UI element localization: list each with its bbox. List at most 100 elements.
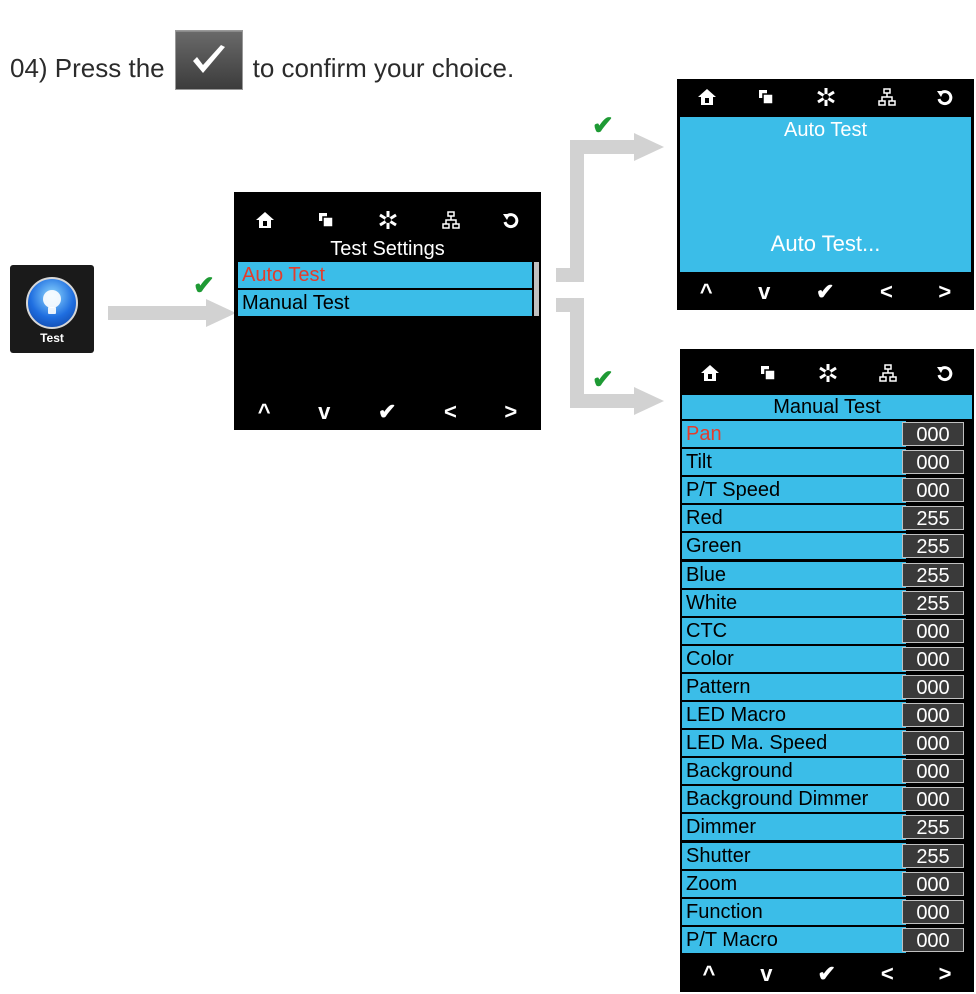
home-icon[interactable] bbox=[700, 363, 720, 388]
back-icon[interactable] bbox=[936, 88, 954, 111]
list-item-value[interactable]: 000 bbox=[902, 731, 964, 756]
down-icon[interactable]: v bbox=[760, 961, 772, 987]
back-icon[interactable] bbox=[936, 364, 954, 387]
list-item[interactable]: White 255 bbox=[682, 589, 972, 616]
list-item-value[interactable]: 000 bbox=[902, 618, 964, 643]
instruction-text-before: 04) Press the bbox=[10, 52, 165, 83]
list-item-label: Green bbox=[682, 533, 906, 560]
flow-arrow-branch-down-head bbox=[634, 387, 664, 415]
settings-icon[interactable] bbox=[815, 86, 837, 113]
instruction-line: 04) Press the to confirm your choice. bbox=[10, 30, 515, 98]
menu-item-manual-test[interactable]: Manual Test bbox=[238, 290, 532, 316]
list-item[interactable]: P/T Speed 000 bbox=[682, 477, 972, 504]
list-item[interactable]: Zoom 000 bbox=[682, 870, 972, 897]
auto-test-panel: Auto Test Auto Test... bbox=[680, 117, 971, 272]
test-app-icon[interactable]: Test bbox=[10, 265, 94, 353]
top-nav-bar bbox=[680, 357, 974, 393]
menu-item-auto-test[interactable]: Auto Test bbox=[238, 262, 532, 288]
lightbulb-icon bbox=[26, 277, 78, 329]
up-icon[interactable]: ^ bbox=[258, 399, 271, 425]
top-nav-bar bbox=[234, 202, 541, 242]
list-item[interactable]: Background 000 bbox=[682, 758, 972, 785]
list-item[interactable]: Dimmer 255 bbox=[682, 814, 972, 841]
list-item-label: CTC bbox=[682, 617, 906, 644]
list-item-value[interactable]: 255 bbox=[902, 843, 964, 868]
settings-icon[interactable] bbox=[817, 362, 839, 389]
left-icon[interactable]: < bbox=[880, 279, 893, 305]
list-item-value[interactable]: 255 bbox=[902, 815, 964, 840]
list-item-value[interactable]: 255 bbox=[902, 562, 964, 587]
list-item-value[interactable]: 255 bbox=[902, 534, 964, 559]
check-icon[interactable]: ✔ bbox=[816, 279, 834, 305]
list-item-label: Background bbox=[682, 758, 906, 785]
list-item[interactable]: Tilt 000 bbox=[682, 449, 972, 476]
list-item-value[interactable]: 000 bbox=[902, 871, 964, 896]
list-item[interactable]: LED Macro 000 bbox=[682, 702, 972, 728]
flow-arrow-1-head bbox=[206, 299, 236, 327]
left-icon[interactable]: < bbox=[444, 399, 457, 425]
list-item-label: LED Ma. Speed bbox=[682, 730, 906, 757]
list-item-value[interactable]: 000 bbox=[902, 759, 964, 784]
list-item-value[interactable]: 000 bbox=[902, 703, 964, 727]
left-icon[interactable]: < bbox=[881, 961, 894, 987]
list-item-value[interactable]: 000 bbox=[902, 478, 964, 503]
list-item[interactable]: Background Dimmer 000 bbox=[682, 786, 972, 813]
list-item-label: P/T Speed bbox=[682, 477, 906, 504]
list-item[interactable]: Color 000 bbox=[682, 645, 972, 672]
up-icon[interactable]: ^ bbox=[700, 279, 713, 305]
list-item-label: Shutter bbox=[682, 842, 906, 869]
list-item-value[interactable]: 000 bbox=[902, 927, 964, 952]
list-item[interactable]: Blue 255 bbox=[682, 561, 972, 588]
list-item-value[interactable]: 000 bbox=[902, 450, 964, 475]
app-icon-label: Test bbox=[40, 331, 64, 345]
list-item-value[interactable]: 255 bbox=[902, 506, 964, 531]
flow-check-1: ✔ bbox=[193, 270, 215, 300]
list-item-value[interactable]: 255 bbox=[902, 590, 964, 615]
copy-icon[interactable] bbox=[759, 364, 777, 387]
settings-icon[interactable] bbox=[377, 209, 399, 236]
network-icon[interactable] bbox=[877, 87, 896, 111]
home-icon[interactable] bbox=[255, 210, 275, 235]
flow-check-auto: ✔ bbox=[592, 110, 614, 140]
test-settings-screen: Test Settings Auto Test Manual Test ^ v … bbox=[234, 192, 541, 430]
bottom-nav-bar: ^ v ✔ < > bbox=[677, 274, 974, 310]
back-icon[interactable] bbox=[502, 211, 520, 234]
home-icon[interactable] bbox=[697, 87, 717, 112]
check-icon[interactable]: ✔ bbox=[817, 961, 835, 987]
list-item[interactable]: Pattern 000 bbox=[682, 673, 972, 700]
list-item-label: White bbox=[682, 589, 906, 616]
bottom-nav-bar: ^ v ✔ < > bbox=[680, 956, 974, 992]
network-icon[interactable] bbox=[878, 363, 897, 387]
down-icon[interactable]: v bbox=[318, 399, 330, 425]
list-item[interactable]: Shutter 255 bbox=[682, 842, 972, 869]
list-item-value[interactable]: 000 bbox=[902, 674, 964, 699]
flow-arrow-branch-up-head bbox=[634, 133, 664, 161]
list-item[interactable]: Green 255 bbox=[682, 533, 972, 560]
auto-test-message: Auto Test... bbox=[770, 231, 881, 256]
list-item[interactable]: P/T Macro 000 bbox=[682, 926, 972, 953]
list-item[interactable]: LED Ma. Speed 000 bbox=[682, 730, 972, 757]
list-item-label: Tilt bbox=[682, 449, 906, 476]
network-icon[interactable] bbox=[441, 210, 460, 234]
right-icon[interactable]: > bbox=[504, 399, 517, 425]
down-icon[interactable]: v bbox=[758, 279, 770, 305]
up-icon[interactable]: ^ bbox=[702, 961, 715, 987]
list-item[interactable]: Function 000 bbox=[682, 898, 972, 925]
list-item[interactable]: Pan 000 bbox=[682, 421, 972, 447]
copy-icon[interactable] bbox=[757, 88, 775, 111]
list-item-value[interactable]: 000 bbox=[902, 422, 964, 446]
list-item-label: Pan bbox=[682, 421, 906, 447]
list-item-value[interactable]: 000 bbox=[902, 787, 964, 812]
right-icon[interactable]: > bbox=[938, 279, 951, 305]
list-item-value[interactable]: 000 bbox=[902, 899, 964, 924]
instruction-text-after: to confirm your choice. bbox=[252, 52, 515, 83]
scrollbar[interactable] bbox=[534, 262, 539, 316]
list-item-label: Zoom bbox=[682, 870, 906, 897]
right-icon[interactable]: > bbox=[939, 961, 952, 987]
list-item-value[interactable]: 000 bbox=[902, 646, 964, 671]
check-icon[interactable]: ✔ bbox=[378, 399, 396, 425]
copy-icon[interactable] bbox=[317, 211, 335, 234]
list-item[interactable]: Red 255 bbox=[682, 505, 972, 532]
auto-test-screen: Auto Test Auto Test... ^ v ✔ < > bbox=[677, 79, 974, 310]
list-item[interactable]: CTC 000 bbox=[682, 617, 972, 644]
